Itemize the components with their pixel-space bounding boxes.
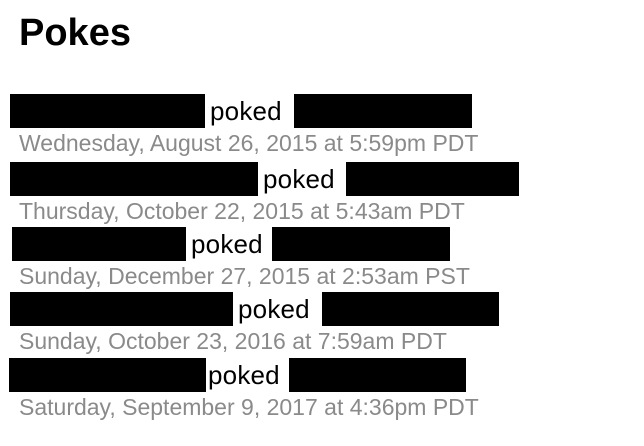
poke-entry: poked Saturday, September 9, 2017 at 4:3… — [0, 358, 644, 422]
redacted-poker-name — [9, 358, 206, 392]
redacted-poker-name — [12, 227, 186, 261]
poke-verb: poked — [191, 229, 263, 259]
poke-verb: poked — [208, 360, 280, 390]
poke-timestamp: Sunday, October 23, 2016 at 7:59am PDT — [19, 328, 447, 354]
poke-entry: poked Wednesday, August 26, 2015 at 5:59… — [0, 94, 644, 158]
page: { "page": { "title": "Pokes" }, "redacti… — [0, 0, 644, 446]
page-title: Pokes — [19, 12, 131, 54]
redacted-recipient-name — [294, 94, 472, 128]
poke-timestamp: Wednesday, August 26, 2015 at 5:59pm PDT — [19, 130, 479, 156]
poke-entry: poked Sunday, December 27, 2015 at 2:53a… — [0, 227, 644, 291]
poke-verb: poked — [263, 164, 335, 194]
poke-entry: poked Sunday, October 23, 2016 at 7:59am… — [0, 292, 644, 356]
redacted-recipient-name — [289, 358, 466, 392]
poke-entry: poked Thursday, October 22, 2015 at 5:43… — [0, 162, 644, 226]
redacted-poker-name — [10, 162, 258, 196]
poke-timestamp: Sunday, December 27, 2015 at 2:53am PST — [19, 263, 470, 289]
poke-verb: poked — [210, 96, 282, 126]
redacted-recipient-name — [322, 292, 499, 326]
redacted-poker-name — [10, 292, 233, 326]
poke-timestamp: Thursday, October 22, 2015 at 5:43am PDT — [19, 198, 465, 224]
redacted-recipient-name — [346, 162, 519, 196]
redacted-poker-name — [10, 94, 205, 128]
poke-timestamp: Saturday, September 9, 2017 at 4:36pm PD… — [19, 394, 479, 420]
poke-verb: poked — [238, 294, 310, 324]
redacted-recipient-name — [272, 227, 450, 261]
